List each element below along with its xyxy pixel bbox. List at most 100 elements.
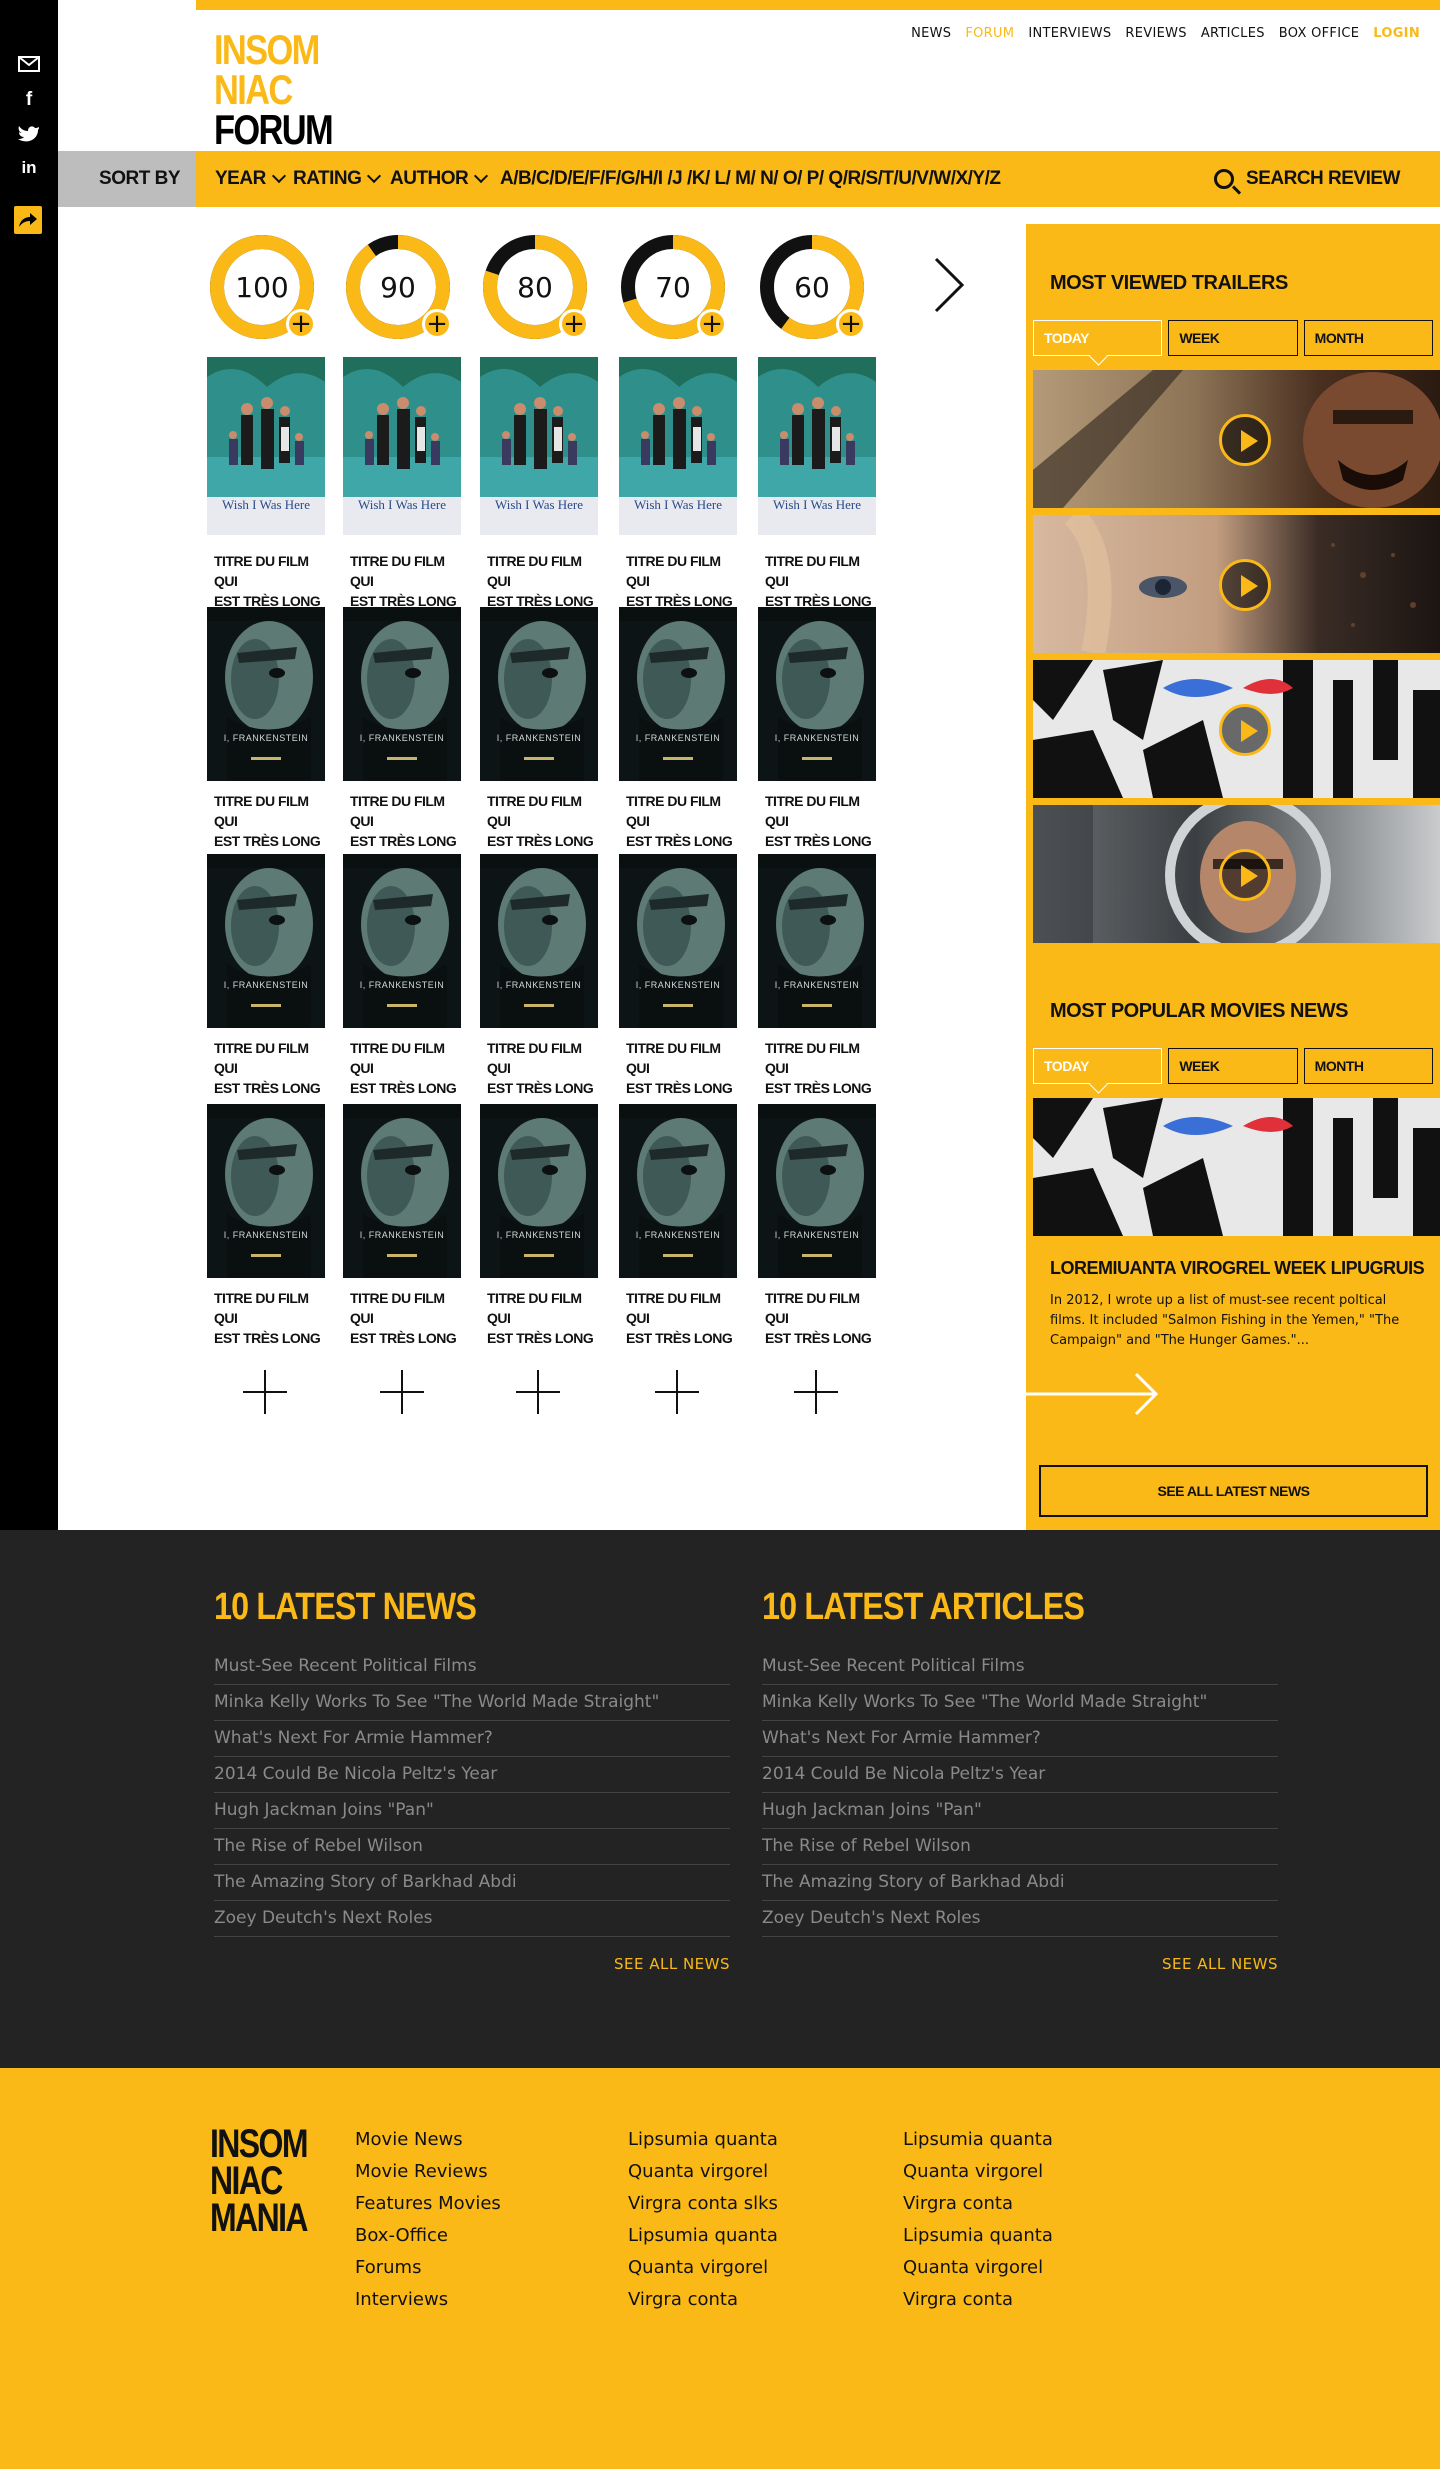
movie-title[interactable]: TITRE DU FILM QUI EST TRÈS LONG	[765, 551, 883, 611]
plus-icon[interactable]: +	[836, 309, 866, 339]
footer-logo[interactable]: INSOM NIAC MANIA	[210, 2124, 309, 2237]
trailer-thumb[interactable]	[1033, 515, 1440, 653]
load-more-plus-icon[interactable]	[655, 1370, 699, 1414]
movie-title[interactable]: TITRE DU FILM QUI EST TRÈS LONG	[487, 1288, 605, 1348]
footer-link[interactable]: Movie Reviews	[355, 2156, 501, 2188]
footer-link[interactable]: Lipsumia quanta	[903, 2124, 1053, 2156]
movie-poster[interactable]: I, FRANKENSTEIN	[207, 854, 325, 1028]
trailer-thumb[interactable]	[1033, 805, 1440, 943]
movie-poster[interactable]: I, FRANKENSTEIN	[619, 1104, 737, 1278]
movie-poster[interactable]: I, FRANKENSTEIN	[758, 607, 876, 781]
linkedin-icon[interactable]: in	[17, 156, 41, 180]
nav-forum[interactable]: FORUM	[965, 26, 1014, 41]
list-item[interactable]: Zoey Deutch's Next Roles	[762, 1901, 1278, 1937]
tab-month[interactable]: MONTH	[1303, 1048, 1433, 1084]
plus-icon[interactable]: +	[286, 309, 316, 339]
movie-poster[interactable]: Wish I Was Here	[758, 357, 876, 535]
movie-title[interactable]: TITRE DU FILM QUI EST TRÈS LONG	[350, 551, 468, 611]
movie-title[interactable]: TITRE DU FILM QUI EST TRÈS LONG	[214, 1288, 332, 1348]
list-item[interactable]: What's Next For Armie Hammer?	[762, 1721, 1278, 1757]
rating-ring[interactable]: 80 +	[481, 233, 589, 341]
movie-title[interactable]: TITRE DU FILM QUI EST TRÈS LONG	[765, 1288, 883, 1348]
footer-link[interactable]: Virgra conta slks	[628, 2188, 778, 2220]
see-all-articles-link[interactable]: SEE ALL NEWS	[762, 1955, 1278, 1973]
movie-title[interactable]: TITRE DU FILM QUI EST TRÈS LONG	[214, 1038, 332, 1098]
list-item[interactable]: Hugh Jackman Joins "Pan"	[762, 1793, 1278, 1829]
tab-month[interactable]: MONTH	[1303, 320, 1433, 356]
tab-today[interactable]: TODAY	[1033, 1048, 1163, 1084]
movie-poster[interactable]: I, FRANKENSTEIN	[619, 854, 737, 1028]
play-icon[interactable]	[1219, 704, 1271, 756]
movie-poster[interactable]: Wish I Was Here	[619, 357, 737, 535]
footer-link[interactable]: Quanta virgorel	[903, 2252, 1053, 2284]
footer-link[interactable]: Movie News	[355, 2124, 501, 2156]
load-more-plus-icon[interactable]	[794, 1370, 838, 1414]
movie-title[interactable]: TITRE DU FILM QUI EST TRÈS LONG	[487, 1038, 605, 1098]
footer-link[interactable]: Interviews	[355, 2284, 501, 2316]
movie-poster[interactable]: I, FRANKENSTEIN	[343, 854, 461, 1028]
list-item[interactable]: Minka Kelly Works To See "The World Made…	[214, 1685, 730, 1721]
play-icon[interactable]	[1219, 559, 1271, 611]
twitter-icon[interactable]	[17, 122, 41, 146]
movie-poster[interactable]: Wish I Was Here	[480, 357, 598, 535]
footer-link[interactable]: Quanta virgorel	[628, 2252, 778, 2284]
tab-today[interactable]: TODAY	[1033, 320, 1163, 356]
trailer-thumb[interactable]	[1033, 370, 1440, 508]
author-dropdown[interactable]: AUTHOR	[390, 151, 489, 207]
rating-ring[interactable]: 90 +	[344, 233, 452, 341]
load-more-plus-icon[interactable]	[243, 1370, 287, 1414]
footer-link[interactable]: Forums	[355, 2252, 501, 2284]
play-icon[interactable]	[1219, 414, 1271, 466]
search-review-button[interactable]: SEARCH REVIEW	[1214, 151, 1400, 207]
footer-link[interactable]: Virgra conta	[903, 2188, 1053, 2220]
movie-poster[interactable]: I, FRANKENSTEIN	[207, 1104, 325, 1278]
movie-poster[interactable]: I, FRANKENSTEIN	[480, 854, 598, 1028]
movie-poster[interactable]: I, FRANKENSTEIN	[343, 607, 461, 781]
arrow-right-icon[interactable]	[1026, 1369, 1166, 1419]
load-more-plus-icon[interactable]	[380, 1370, 424, 1414]
movie-title[interactable]: TITRE DU FILM QUI EST TRÈS LONG	[350, 1038, 468, 1098]
movie-title[interactable]: TITRE DU FILM QUI EST TRÈS LONG	[626, 551, 744, 611]
nav-news[interactable]: NEWS	[911, 26, 951, 41]
footer-link[interactable]: Quanta virgorel	[628, 2156, 778, 2188]
movie-poster[interactable]: Wish I Was Here	[343, 357, 461, 535]
list-item[interactable]: The Amazing Story of Barkhad Abdi	[214, 1865, 730, 1901]
alphabet-filter[interactable]: A/B/C/D/E/F/F/G/H/I /J /K/ L/ M/ N/ O/ P…	[500, 151, 1001, 207]
movie-title[interactable]: TITRE DU FILM QUI EST TRÈS LONG	[626, 791, 744, 851]
plus-icon[interactable]: +	[559, 309, 589, 339]
movie-title[interactable]: TITRE DU FILM QUI EST TRÈS LONG	[487, 551, 605, 611]
list-item[interactable]: Zoey Deutch's Next Roles	[214, 1901, 730, 1937]
list-item[interactable]: What's Next For Armie Hammer?	[214, 1721, 730, 1757]
footer-link[interactable]: Quanta virgorel	[903, 2156, 1053, 2188]
nav-reviews[interactable]: REVIEWS	[1125, 26, 1186, 41]
footer-link[interactable]: Lipsumia quanta	[628, 2220, 778, 2252]
rating-dropdown[interactable]: RATING	[293, 151, 382, 207]
list-item[interactable]: Minka Kelly Works To See "The World Made…	[762, 1685, 1278, 1721]
movie-title[interactable]: TITRE DU FILM QUI EST TRÈS LONG	[214, 551, 332, 611]
year-dropdown[interactable]: YEAR	[215, 151, 286, 207]
movie-title[interactable]: TITRE DU FILM QUI EST TRÈS LONG	[765, 1038, 883, 1098]
mail-icon[interactable]	[17, 52, 41, 76]
list-item[interactable]: 2014 Could Be Nicola Peltz's Year	[762, 1757, 1278, 1793]
movie-poster[interactable]: I, FRANKENSTEIN	[619, 607, 737, 781]
footer-link[interactable]: Lipsumia quanta	[903, 2220, 1053, 2252]
movie-poster[interactable]: I, FRANKENSTEIN	[480, 607, 598, 781]
list-item[interactable]: The Amazing Story of Barkhad Abdi	[762, 1865, 1278, 1901]
movie-poster[interactable]: I, FRANKENSTEIN	[207, 607, 325, 781]
nav-interviews[interactable]: INTERVIEWS	[1028, 26, 1111, 41]
list-item[interactable]: 2014 Could Be Nicola Peltz's Year	[214, 1757, 730, 1793]
nav-box-office[interactable]: BOX OFFICE	[1279, 26, 1359, 41]
movie-title[interactable]: TITRE DU FILM QUI EST TRÈS LONG	[765, 791, 883, 851]
movie-poster[interactable]: I, FRANKENSTEIN	[343, 1104, 461, 1278]
site-logo[interactable]: INSOM NIAC FORUM	[214, 29, 334, 151]
footer-link[interactable]: Lipsumia quanta	[628, 2124, 778, 2156]
tab-week[interactable]: WEEK	[1168, 320, 1298, 356]
share-icon[interactable]	[14, 206, 42, 234]
see-all-news-link[interactable]: SEE ALL NEWS	[214, 1955, 730, 1973]
movie-title[interactable]: TITRE DU FILM QUI EST TRÈS LONG	[350, 1288, 468, 1348]
movie-poster[interactable]: Wish I Was Here	[207, 357, 325, 535]
facebook-icon[interactable]: f	[17, 88, 41, 112]
list-item[interactable]: The Rise of Rebel Wilson	[762, 1829, 1278, 1865]
news-headline[interactable]: LOREMIUANTA VIROGREL WEEK LIPUGRUIS	[1050, 1258, 1430, 1279]
see-all-latest-news-button[interactable]: SEE ALL LATEST NEWS	[1039, 1465, 1428, 1517]
